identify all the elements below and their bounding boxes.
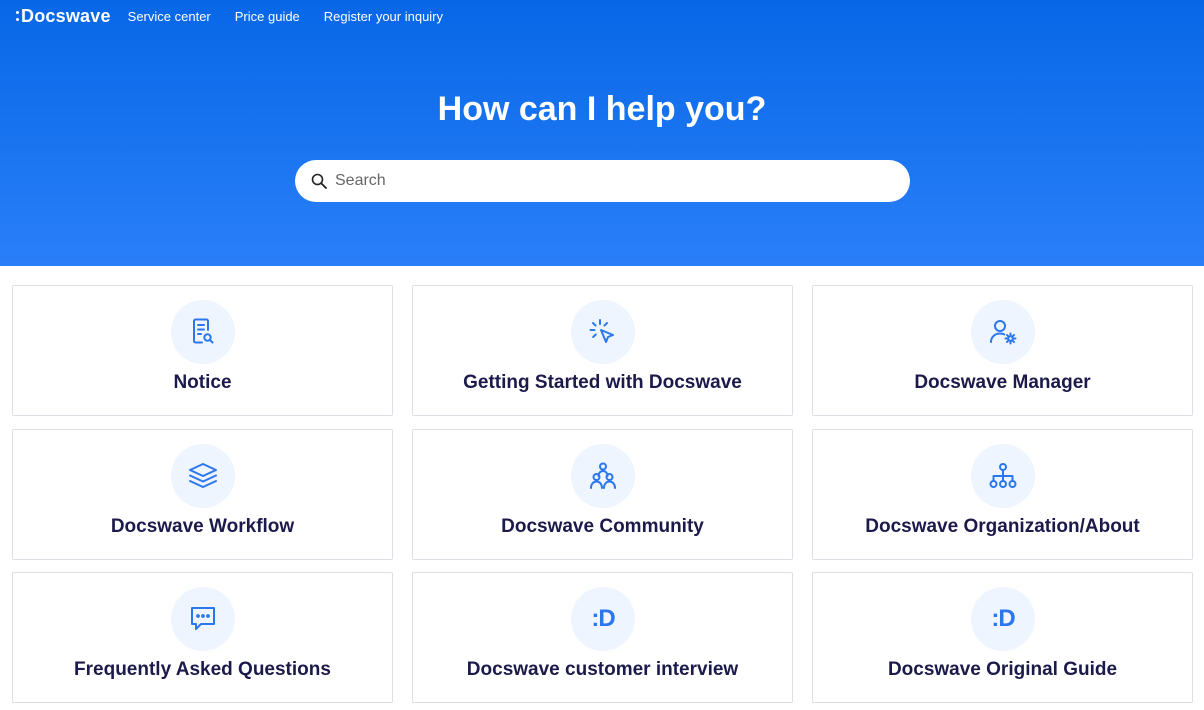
icon-circle: [971, 300, 1035, 364]
docswave-logo[interactable]: Docswave: [16, 6, 111, 27]
card-getting-started[interactable]: Getting Started with Docswave: [412, 285, 793, 416]
nav-link-service-center[interactable]: Service center: [128, 9, 211, 24]
card-label: Docswave Original Guide: [887, 659, 1118, 680]
icon-circle: [971, 444, 1035, 508]
icon-circle: :D: [571, 587, 635, 651]
hero-banner: Docswave Service center Price guide Regi…: [0, 0, 1204, 266]
icon-circle: [171, 444, 235, 508]
chat-bubble-icon: [191, 607, 215, 630]
cursor-click-icon: [589, 319, 614, 343]
card-label: Docswave Community: [501, 516, 704, 537]
search-icon: [311, 173, 327, 189]
card-original-guide[interactable]: :D Docswave Original Guide: [812, 572, 1193, 703]
card-docswave-community[interactable]: Docswave Community: [412, 429, 793, 560]
card-label: Docswave Manager: [914, 372, 1091, 393]
search-bar: [295, 160, 910, 202]
search-input[interactable]: [335, 160, 895, 202]
icon-circle: [571, 300, 635, 364]
org-chart-icon: [989, 463, 1017, 488]
user-gear-icon: [990, 320, 1017, 345]
layers-stack-icon: [189, 463, 217, 488]
nav-link-register-inquiry[interactable]: Register your inquiry: [324, 9, 443, 24]
card-notice[interactable]: Notice: [12, 285, 393, 416]
docswave-logo-icon: :D: [991, 605, 1015, 632]
logo-text: Docswave: [21, 5, 111, 26]
card-label: Docswave Workflow: [110, 516, 295, 537]
card-label: Docswave customer interview: [466, 659, 739, 680]
icon-circle: [571, 444, 635, 508]
icon-circle: [171, 300, 235, 364]
card-label: Frequently Asked Questions: [74, 659, 331, 680]
card-faq[interactable]: Frequently Asked Questions: [12, 572, 393, 703]
notice-document-search-icon: [193, 318, 214, 344]
nav-link-price-guide[interactable]: Price guide: [235, 9, 300, 24]
card-label: Getting Started with Docswave: [463, 372, 742, 393]
page-title: How can I help you?: [437, 90, 767, 128]
card-docswave-organization[interactable]: Docswave Organization/About: [812, 429, 1193, 560]
docswave-logo-icon: :D: [591, 605, 615, 632]
card-label: Notice: [173, 372, 232, 393]
card-customer-interview[interactable]: :D Docswave customer interview: [412, 572, 793, 703]
people-group-icon: [590, 462, 616, 489]
card-label: Docswave Organization/About: [865, 516, 1140, 537]
logo-dots-icon: [16, 11, 19, 21]
top-navigation: Docswave Service center Price guide Regi…: [16, 5, 467, 27]
icon-circle: :D: [971, 587, 1035, 651]
card-docswave-workflow[interactable]: Docswave Workflow: [12, 429, 393, 560]
card-docswave-manager[interactable]: Docswave Manager: [812, 285, 1193, 416]
icon-circle: [171, 587, 235, 651]
